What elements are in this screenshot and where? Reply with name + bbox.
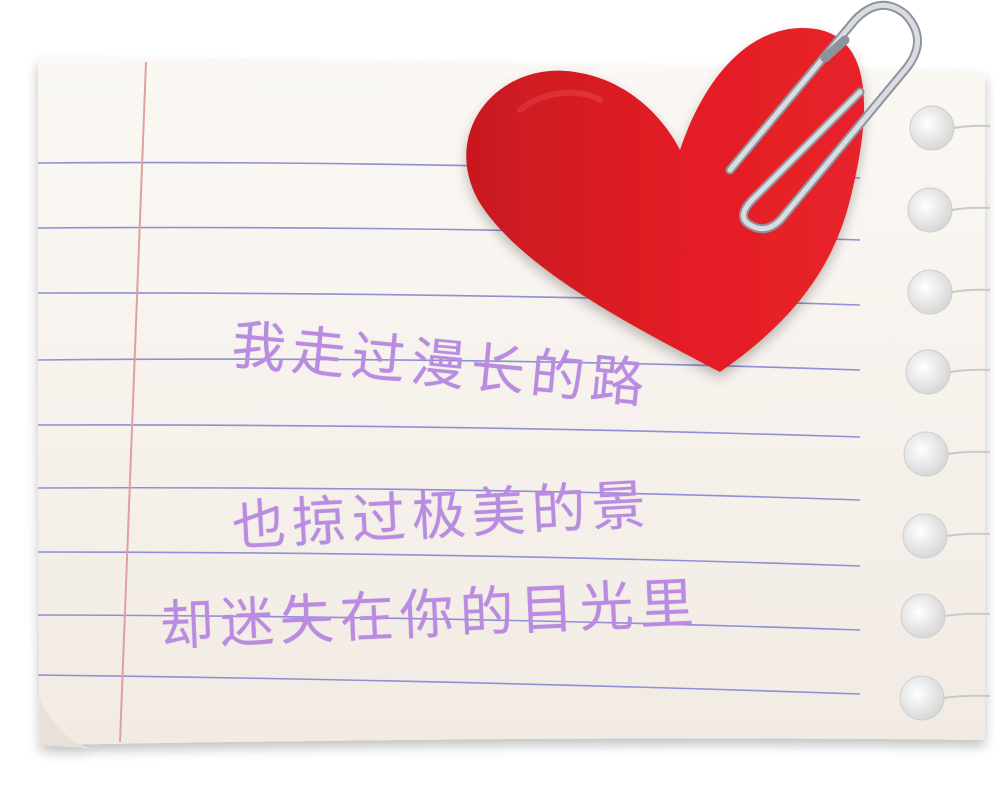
notepaper-illustration: 我走过漫长的路 也掠过极美的景 却迷失在你的目光里 <box>0 0 1000 787</box>
